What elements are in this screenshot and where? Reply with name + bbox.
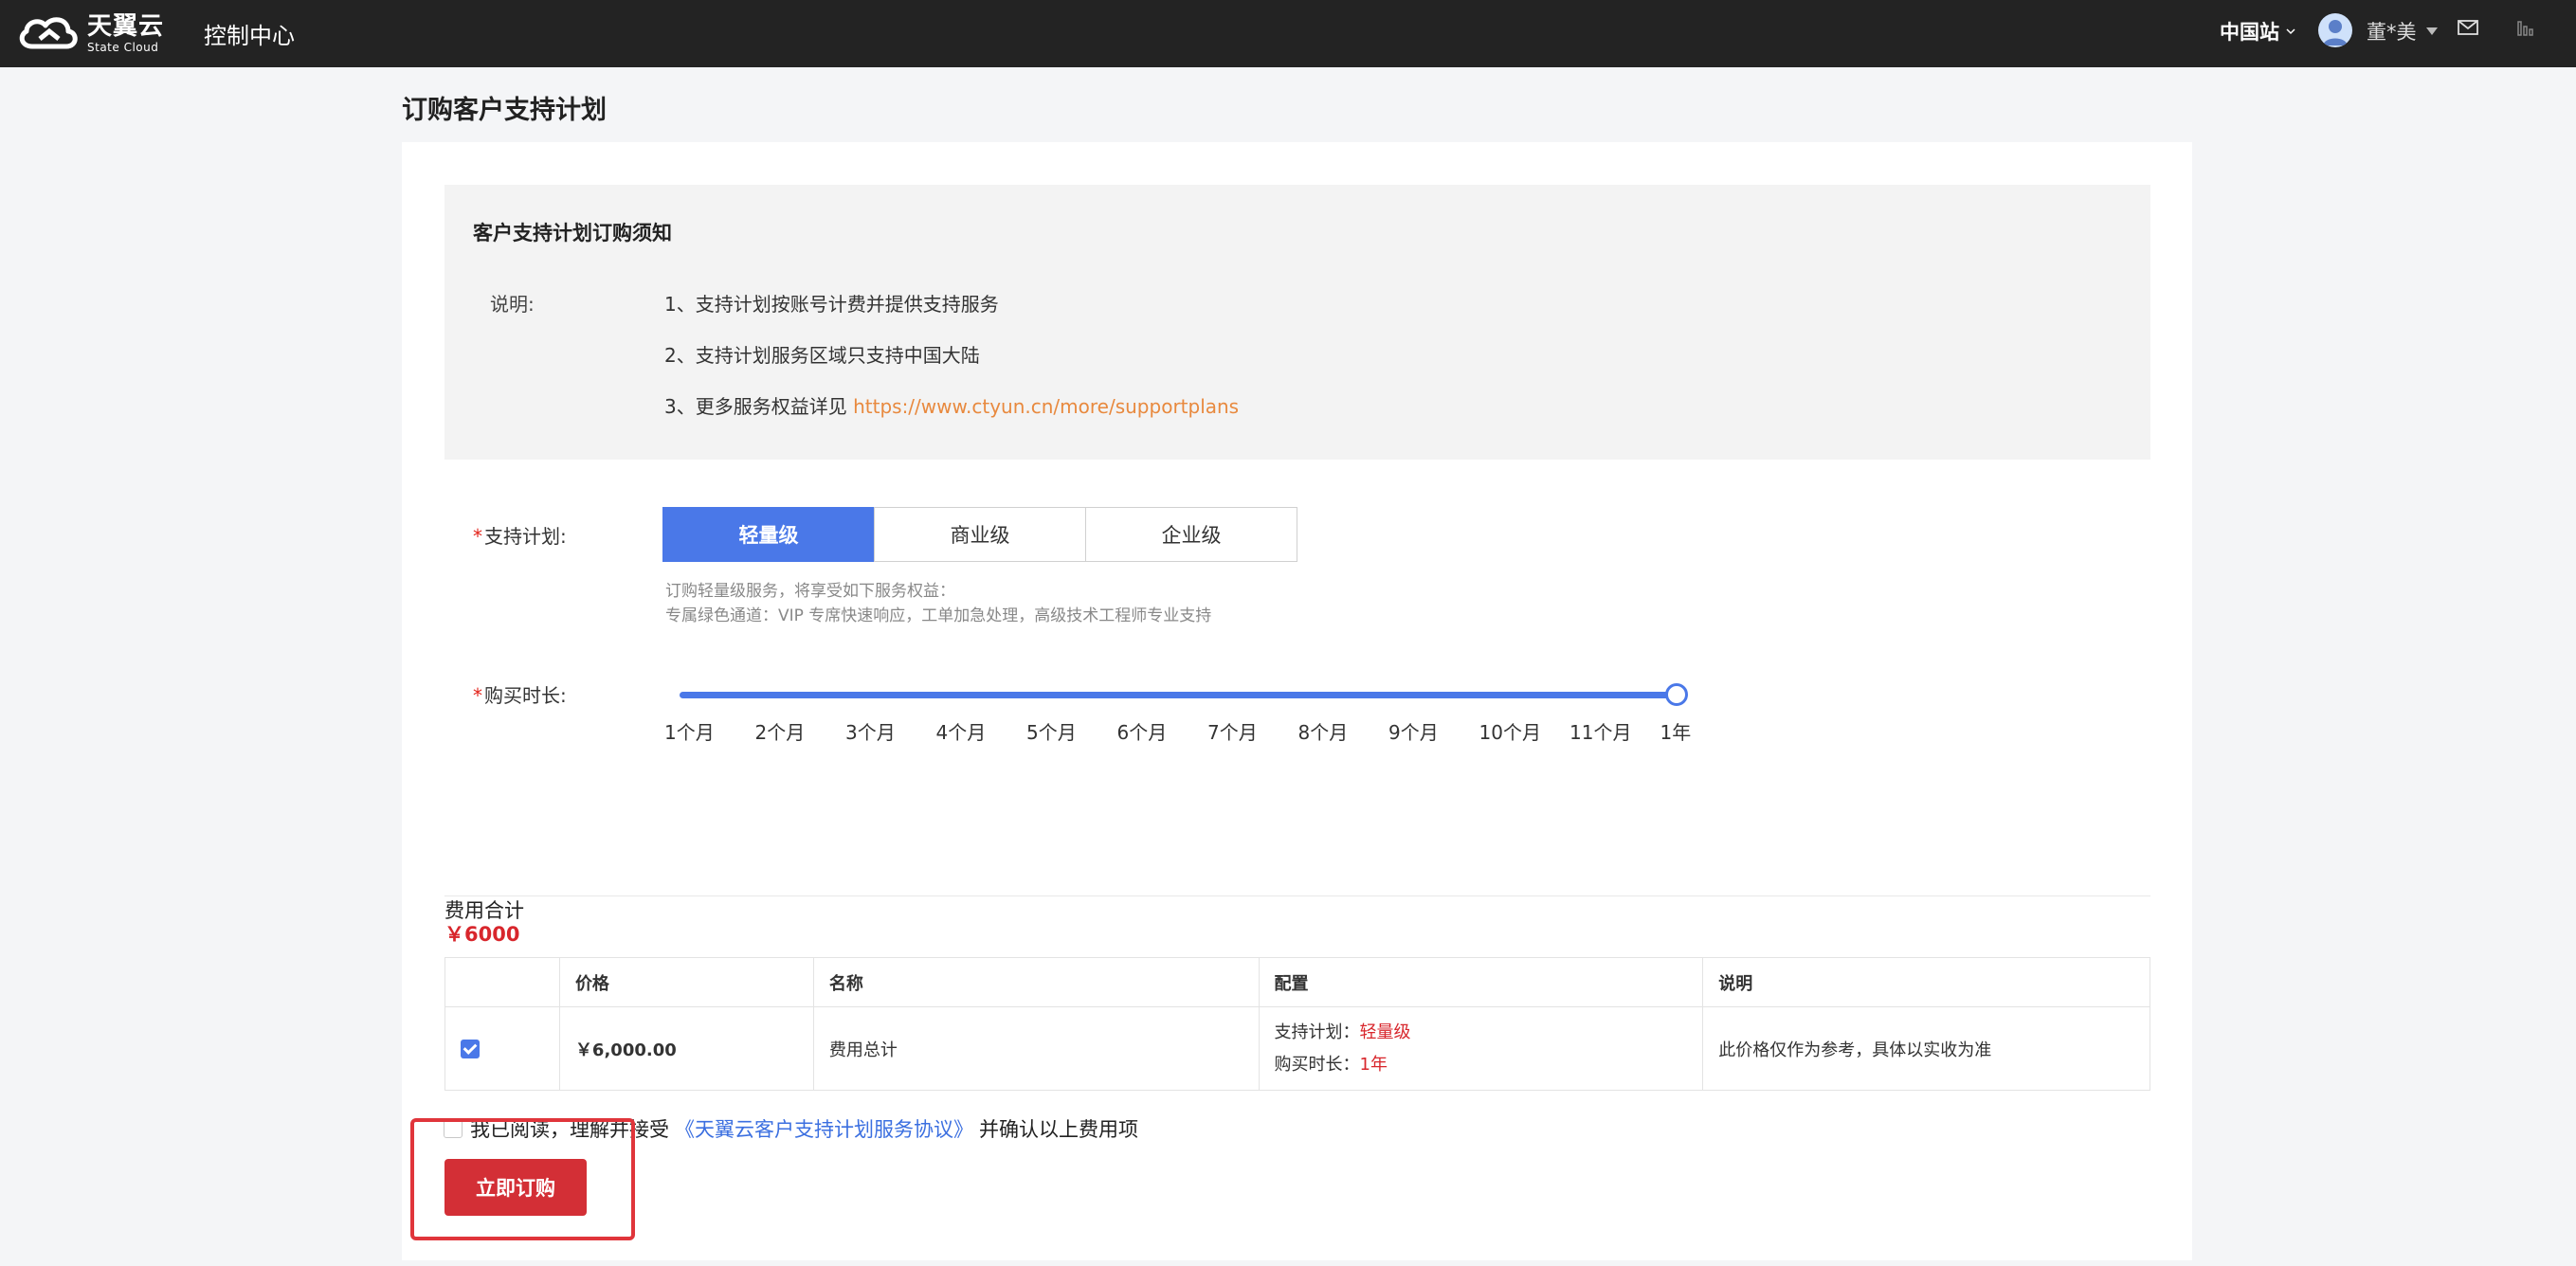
table-header-check bbox=[444, 957, 560, 1007]
plan-desc-line1: 订购轻量级服务，将享受如下服务权益： bbox=[665, 582, 955, 601]
support-plans-link[interactable]: https://www.ctyun.cn/more/supportplans bbox=[853, 395, 1239, 418]
console-title[interactable]: 控制中心 bbox=[204, 17, 295, 50]
plan-option-enterprise[interactable]: 企业级 bbox=[1085, 507, 1297, 562]
duration-tick[interactable]: 2个月 bbox=[755, 717, 806, 745]
highlight-annotation bbox=[410, 1118, 635, 1240]
logo-cn: 天翼云 bbox=[87, 11, 165, 41]
user-avatar-icon bbox=[2323, 20, 2348, 45]
row-name: 费用总计 bbox=[812, 1006, 1260, 1091]
notice-item-3-text: 3、更多服务权益详见 bbox=[664, 395, 847, 418]
duration-tick[interactable]: 9个月 bbox=[1388, 717, 1439, 745]
duration-tick[interactable]: 1年 bbox=[1660, 717, 1692, 745]
table-header-name: 名称 bbox=[812, 957, 1260, 1007]
duration-slider-handle[interactable] bbox=[1665, 683, 1688, 706]
region-label: 中国站 bbox=[2220, 21, 2279, 44]
notice-panel: 客户支持计划订购须知 说明: 1、支持计划按账号计费并提供支持服务 2、支持计划… bbox=[444, 185, 2150, 460]
duration-tick[interactable]: 11个月 bbox=[1569, 717, 1631, 745]
top-bar: 天翼云 State Cloud 控制中心 中国站 董*美 bbox=[0, 0, 2576, 67]
plan-selector[interactable]: 轻量级 商业级 企业级 bbox=[662, 507, 1297, 562]
user-menu[interactable]: 董*美 bbox=[2367, 17, 2438, 45]
agreement-suffix: 并确认以上费用项 bbox=[979, 1118, 1138, 1141]
duration-tick[interactable]: 4个月 bbox=[936, 717, 987, 745]
duration-tick[interactable]: 8个月 bbox=[1298, 717, 1349, 745]
duration-tick[interactable]: 10个月 bbox=[1479, 717, 1541, 745]
config-plan-value: 轻量级 bbox=[1359, 1022, 1411, 1042]
notice-title: 客户支持计划订购须知 bbox=[473, 222, 672, 244]
mail-icon[interactable] bbox=[2458, 20, 2478, 35]
duration-tick[interactable]: 5个月 bbox=[1026, 717, 1077, 745]
row-note: 此价格仅作为参考，具体以实收为准 bbox=[1702, 1006, 2150, 1091]
duration-tick[interactable]: 1个月 bbox=[664, 717, 715, 745]
region-selector[interactable]: 中国站 bbox=[2220, 17, 2296, 45]
stats-icon[interactable] bbox=[2516, 18, 2535, 37]
row-config: 支持计划：轻量级 购买时长：1年 bbox=[1258, 1006, 1704, 1091]
logo[interactable]: 天翼云 State Cloud bbox=[15, 9, 164, 57]
required-star: * bbox=[473, 684, 482, 707]
caret-down-icon bbox=[2425, 27, 2438, 35]
agreement-link[interactable]: 《天翼云客户支持计划服务协议》 bbox=[675, 1114, 973, 1143]
duration-tick[interactable]: 3个月 bbox=[845, 717, 896, 745]
notice-item-2: 2、支持计划服务区域只支持中国大陆 bbox=[664, 344, 980, 367]
config-plan-label: 支持计划： bbox=[1274, 1022, 1360, 1042]
config-duration: 购买时长：1年 bbox=[1275, 1049, 1688, 1081]
total-value: ￥6000 bbox=[444, 923, 520, 946]
config-duration-value: 1年 bbox=[1359, 1054, 1388, 1075]
duration-label: * 购买时长: bbox=[473, 680, 567, 708]
notice-item-3: 3、更多服务权益详见 https://www.ctyun.cn/more/sup… bbox=[664, 391, 1239, 419]
duration-label-text: 购买时长: bbox=[484, 684, 567, 707]
chevron-down-icon bbox=[2286, 28, 2295, 35]
table-header-config: 配置 bbox=[1258, 957, 1704, 1007]
avatar[interactable] bbox=[2318, 13, 2352, 47]
notice-item-1: 1、支持计划按账号计费并提供支持服务 bbox=[664, 293, 999, 316]
table-header-price: 价格 bbox=[558, 957, 814, 1007]
logo-en: State Cloud bbox=[87, 40, 159, 54]
duration-slider-track[interactable] bbox=[680, 692, 1678, 698]
row-price: ￥6,000.00 bbox=[558, 1006, 814, 1091]
username-label: 董*美 bbox=[2367, 21, 2417, 44]
notice-label: 说明: bbox=[490, 293, 535, 316]
cloud-logo-icon bbox=[19, 17, 78, 49]
row-checkbox[interactable] bbox=[461, 1040, 480, 1058]
order-card: 客户支持计划订购须知 说明: 1、支持计划按账号计费并提供支持服务 2、支持计划… bbox=[402, 142, 2192, 1260]
row-check-cell bbox=[444, 1006, 560, 1091]
required-star: * bbox=[473, 525, 482, 548]
plan-label: * 支持计划: bbox=[473, 521, 567, 549]
plan-option-light[interactable]: 轻量级 bbox=[662, 507, 875, 562]
config-duration-label: 购买时长： bbox=[1274, 1054, 1360, 1075]
divider bbox=[444, 895, 2150, 896]
duration-tick[interactable]: 7个月 bbox=[1207, 717, 1258, 745]
duration-tick[interactable]: 6个月 bbox=[1117, 717, 1168, 745]
config-plan: 支持计划：轻量级 bbox=[1275, 1017, 1688, 1049]
plan-label-text: 支持计划: bbox=[484, 525, 567, 548]
logo-text: 天翼云 State Cloud bbox=[87, 14, 164, 53]
table-header-row: 价格 名称 配置 说明 bbox=[444, 957, 2150, 1007]
table-header-note: 说明 bbox=[1702, 957, 2150, 1007]
page-title: 订购客户支持计划 bbox=[402, 96, 607, 125]
plan-option-business[interactable]: 商业级 bbox=[874, 507, 1086, 562]
fee-table: 价格 名称 配置 说明 ￥6,000.00 费用总计 支持计划：轻量级 购买时长… bbox=[444, 957, 2150, 1091]
plan-desc-line2: 专属绿色通道：VIP 专席快速响应，工单加急处理，高级技术工程师专业支持 bbox=[665, 606, 1212, 625]
table-row: ￥6,000.00 费用总计 支持计划：轻量级 购买时长：1年 此价格仅作为参考… bbox=[444, 1006, 2150, 1091]
